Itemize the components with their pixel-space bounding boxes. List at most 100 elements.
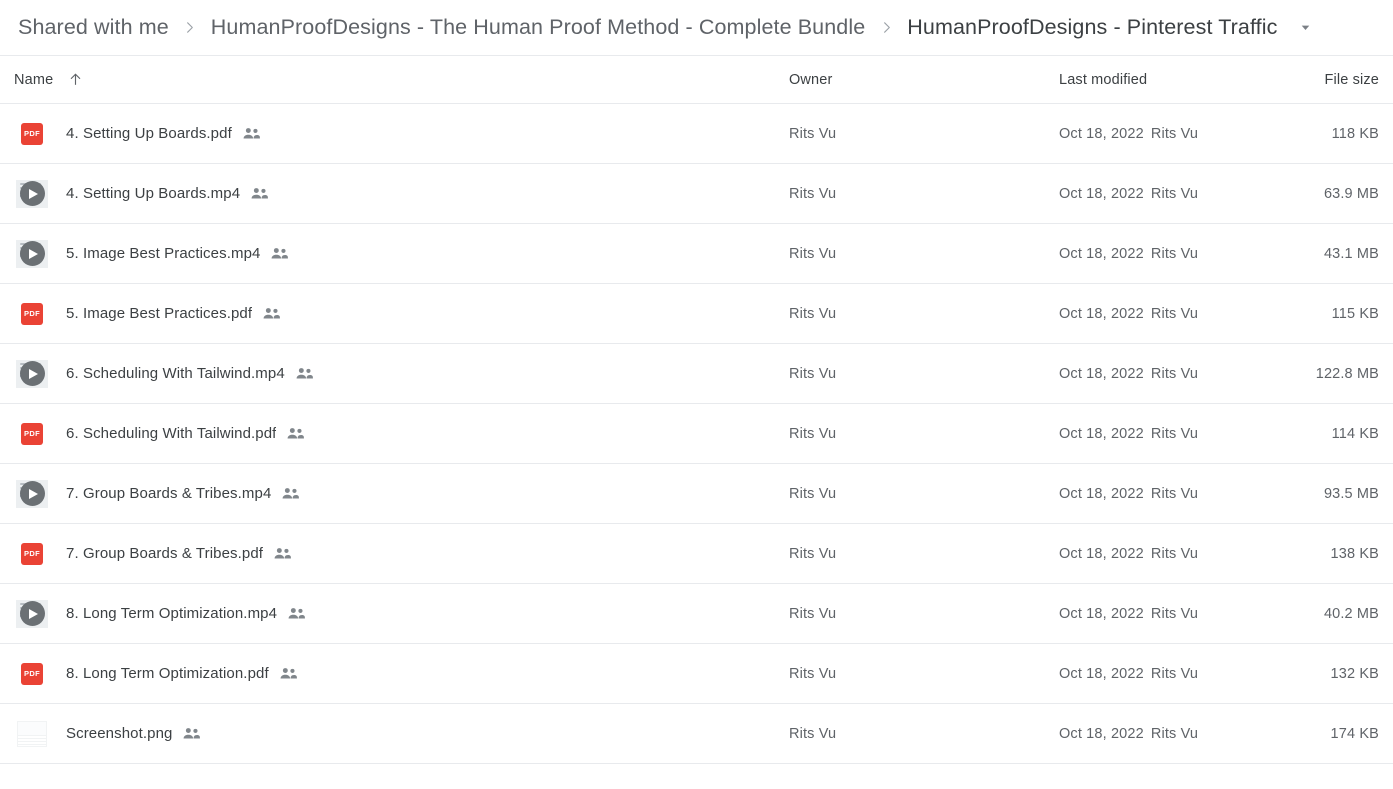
file-name-label[interactable]: Screenshot.png <box>66 725 172 742</box>
column-header-last-modified[interactable]: Last modified <box>1059 71 1267 89</box>
shared-people-icon <box>279 667 298 681</box>
column-header-owner-label[interactable]: Owner <box>789 72 832 88</box>
last-modified-date: Oct 18, 2022 <box>1059 245 1144 262</box>
last-modified-by: Rits Vu <box>1150 425 1199 442</box>
table-row[interactable]: 7. Group Boards & Tribes.mp4 Rits Vu Oct 1… <box>0 464 1393 524</box>
column-header-file-size[interactable]: File size <box>1267 71 1379 89</box>
column-header-file-size-label[interactable]: File size <box>1324 72 1379 88</box>
cell-owner: Rits Vu <box>789 365 1059 383</box>
file-size-label: 63.9 MB <box>1323 185 1379 202</box>
last-modified-date: Oct 18, 2022 <box>1059 605 1144 622</box>
shared-people-icon <box>287 607 306 621</box>
table-row[interactable]: 8. Long Term Optimization.mp4 Rits Vu Oct … <box>0 584 1393 644</box>
cell-file-size: 122.8 MB <box>1267 365 1379 383</box>
cell-owner: Rits Vu <box>789 305 1059 323</box>
video-file-icon <box>14 476 50 512</box>
last-modified-date: Oct 18, 2022 <box>1059 365 1144 382</box>
table-row[interactable]: PDF 4. Setting Up Boards.pdf Rits Vu Oct 18… <box>0 104 1393 164</box>
cell-owner: Rits Vu <box>789 185 1059 203</box>
pdf-icon-label: PDF <box>24 548 40 558</box>
column-header-name[interactable]: Name <box>0 71 789 88</box>
cell-file-name[interactable]: PDF 8. Long Term Optimization.pdf <box>0 656 789 692</box>
cell-file-name[interactable]: PDF 4. Setting Up Boards.pdf <box>0 116 789 152</box>
chevron-right-icon <box>869 20 903 35</box>
cell-file-name[interactable]: 7. Group Boards & Tribes.mp4 <box>0 476 789 512</box>
last-modified-date: Oct 18, 2022 <box>1059 485 1144 502</box>
last-modified-by: Rits Vu <box>1150 485 1199 502</box>
file-name-label[interactable]: 7. Group Boards & Tribes.mp4 <box>66 485 271 502</box>
shared-people-icon <box>250 187 269 201</box>
last-modified-by: Rits Vu <box>1150 725 1199 742</box>
file-name-label[interactable]: 7. Group Boards & Tribes.pdf <box>66 545 263 562</box>
owner-label: Rits Vu <box>789 665 837 682</box>
breadcrumb-item-1[interactable]: Shared with me <box>14 13 173 42</box>
cell-file-name[interactable]: 4. Setting Up Boards.mp4 <box>0 176 789 212</box>
cell-file-size: 43.1 MB <box>1267 245 1379 263</box>
cell-file-name[interactable]: 5. Image Best Practices.mp4 <box>0 236 789 272</box>
cell-last-modified: Oct 18, 2022 Rits Vu <box>1059 545 1267 563</box>
cell-file-name[interactable]: PDF 5. Image Best Practices.pdf <box>0 296 789 332</box>
table-row[interactable]: PDF 8. Long Term Optimization.pdf Rits Vu O… <box>0 644 1393 704</box>
breadcrumb-item-2[interactable]: HumanProofDesigns - The Human Proof Meth… <box>207 13 870 42</box>
table-row[interactable]: 6. Scheduling With Tailwind.mp4 Rits Vu Oc… <box>0 344 1393 404</box>
shared-people-icon <box>262 307 281 321</box>
cell-file-size: 40.2 MB <box>1267 605 1379 623</box>
last-modified-by: Rits Vu <box>1150 605 1199 622</box>
image-file-icon <box>14 716 50 752</box>
cell-file-name[interactable]: Screenshot.png <box>0 716 789 752</box>
caret-down-icon[interactable] <box>1293 16 1317 40</box>
chevron-right-icon <box>173 20 207 35</box>
table-row[interactable]: PDF 7. Group Boards & Tribes.pdf Rits Vu Oc… <box>0 524 1393 584</box>
pdf-file-icon: PDF <box>14 536 50 572</box>
pdf-file-icon: PDF <box>14 416 50 452</box>
owner-label: Rits Vu <box>789 185 837 202</box>
cell-file-name[interactable]: PDF 7. Group Boards & Tribes.pdf <box>0 536 789 572</box>
play-icon <box>19 481 45 506</box>
table-row[interactable]: PDF 5. Image Best Practices.pdf Rits Vu Oct… <box>0 284 1393 344</box>
shared-people-icon <box>270 247 289 261</box>
file-name-label[interactable]: 6. Scheduling With Tailwind.pdf <box>66 425 276 442</box>
last-modified-by: Rits Vu <box>1150 305 1199 322</box>
file-name-label[interactable]: 5. Image Best Practices.mp4 <box>66 245 260 262</box>
last-modified-by: Rits Vu <box>1150 365 1199 382</box>
file-name-label[interactable]: 4. Setting Up Boards.mp4 <box>66 185 240 202</box>
column-header-row: Name Owner Last modified File size <box>0 56 1393 104</box>
last-modified-date: Oct 18, 2022 <box>1059 305 1144 322</box>
video-file-icon <box>14 236 50 272</box>
shared-people-icon <box>273 547 292 561</box>
cell-file-name[interactable]: PDF 6. Scheduling With Tailwind.pdf <box>0 416 789 452</box>
file-name-label[interactable]: 5. Image Best Practices.pdf <box>66 305 252 322</box>
owner-label: Rits Vu <box>789 425 837 442</box>
last-modified-date: Oct 18, 2022 <box>1059 125 1144 142</box>
file-name-label[interactable]: 6. Scheduling With Tailwind.mp4 <box>66 365 285 382</box>
cell-file-size: 93.5 MB <box>1267 485 1379 503</box>
video-file-icon <box>14 176 50 212</box>
owner-label: Rits Vu <box>789 365 837 382</box>
column-header-owner[interactable]: Owner <box>789 71 1059 89</box>
play-icon <box>19 241 45 266</box>
owner-label: Rits Vu <box>789 725 837 742</box>
last-modified-date: Oct 18, 2022 <box>1059 185 1144 202</box>
file-name-label[interactable]: 8. Long Term Optimization.mp4 <box>66 605 277 622</box>
table-row[interactable]: 5. Image Best Practices.mp4 Rits Vu Oct 18… <box>0 224 1393 284</box>
column-header-name-label[interactable]: Name <box>14 72 53 88</box>
cell-last-modified: Oct 18, 2022 Rits Vu <box>1059 665 1267 683</box>
owner-label: Rits Vu <box>789 305 837 322</box>
file-size-label: 40.2 MB <box>1323 605 1379 622</box>
table-row[interactable]: PDF 6. Scheduling With Tailwind.pdf Rits V… <box>0 404 1393 464</box>
cell-last-modified: Oct 18, 2022 Rits Vu <box>1059 305 1267 323</box>
owner-label: Rits Vu <box>789 245 837 262</box>
arrow-up-icon[interactable] <box>67 71 84 88</box>
cell-file-name[interactable]: 8. Long Term Optimization.mp4 <box>0 596 789 632</box>
column-header-last-modified-label[interactable]: Last modified <box>1059 72 1147 88</box>
shared-people-icon <box>242 127 261 141</box>
table-row[interactable]: 4. Setting Up Boards.mp4 Rits Vu Oct 18, 2… <box>0 164 1393 224</box>
table-row[interactable]: Screenshot.png Rits Vu Oct 18, 2022 Rits Vu… <box>0 704 1393 764</box>
file-name-label[interactable]: 8. Long Term Optimization.pdf <box>66 665 269 682</box>
cell-file-size: 63.9 MB <box>1267 185 1379 203</box>
file-size-label: 138 KB <box>1330 545 1379 562</box>
breadcrumb-item-3[interactable]: HumanProofDesigns - Pinterest Traffic <box>903 13 1281 42</box>
cell-file-name[interactable]: 6. Scheduling With Tailwind.mp4 <box>0 356 789 392</box>
file-name-label[interactable]: 4. Setting Up Boards.pdf <box>66 125 232 142</box>
play-icon <box>19 181 45 206</box>
